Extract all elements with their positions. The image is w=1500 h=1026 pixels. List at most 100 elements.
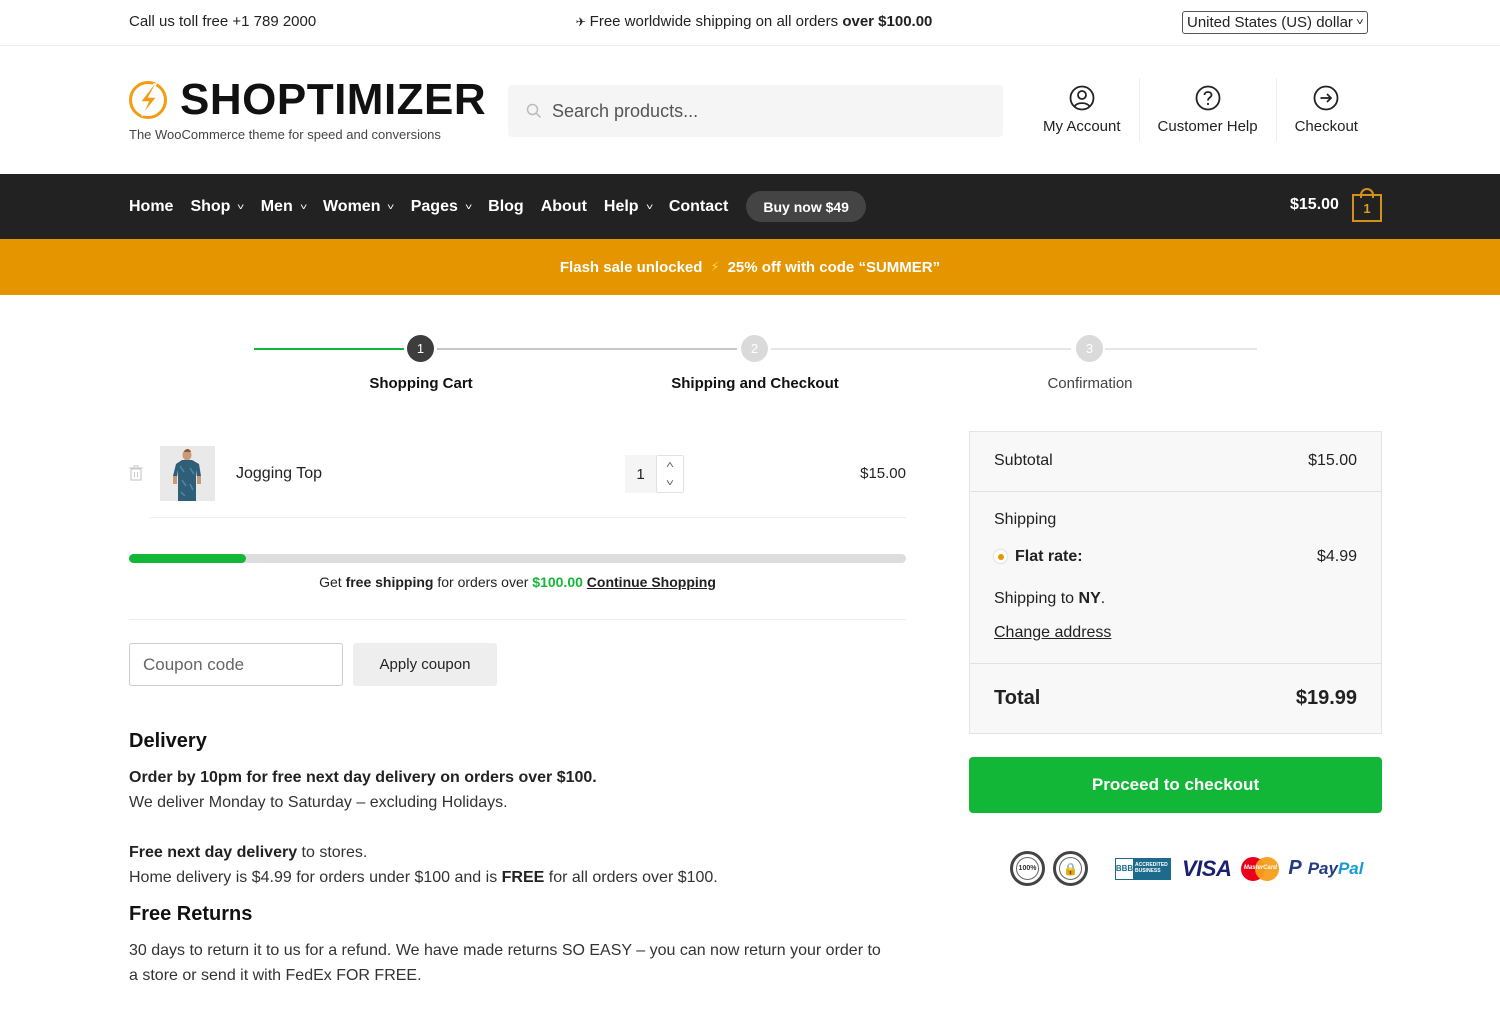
free-shipping-progress: Get free shipping for orders over $100.0… bbox=[129, 554, 906, 590]
search-icon bbox=[526, 103, 542, 119]
checkout-link[interactable]: Checkout bbox=[1275, 78, 1376, 142]
nav-item-label: Contact bbox=[668, 197, 729, 215]
nav-item-men[interactable]: Men ˅ bbox=[261, 198, 308, 216]
step-line-complete bbox=[254, 348, 404, 350]
subtotal-value: $15.00 bbox=[1308, 452, 1357, 469]
radio-selected[interactable] bbox=[994, 550, 1007, 564]
msg-threshold: $100.00 bbox=[532, 574, 583, 590]
user-circle-icon bbox=[1069, 85, 1095, 111]
msg-for-orders: for orders over bbox=[433, 574, 533, 590]
quantity-arrows: ˄ ˅ bbox=[656, 455, 684, 493]
quantity-input[interactable]: 1 bbox=[625, 455, 656, 493]
item-price: $15.00 bbox=[860, 465, 906, 482]
shipping-promo-text: Free worldwide shipping on all orders bbox=[589, 13, 843, 30]
total-row: Total $19.99 bbox=[994, 687, 1357, 710]
bbb-logo: BBB bbox=[1116, 858, 1133, 879]
chevron-down-icon[interactable]: ˅ bbox=[666, 478, 674, 489]
change-address-link[interactable]: Change address bbox=[994, 624, 1111, 642]
coupon-code-input[interactable] bbox=[129, 643, 343, 686]
top-bar: Call us toll free +1 789 2000 ✈ Free worl… bbox=[0, 0, 1500, 46]
paypal-text-1: Pay bbox=[1307, 858, 1338, 878]
lock-icon: 🔒 bbox=[1063, 861, 1078, 876]
chevron-up-icon[interactable]: ˄ bbox=[666, 460, 674, 471]
continue-shopping-link[interactable]: Continue Shopping bbox=[587, 574, 716, 590]
apply-coupon-button[interactable]: Apply coupon bbox=[353, 643, 497, 686]
nav-item-contact[interactable]: Contact bbox=[669, 198, 729, 216]
currency-select[interactable]: United States (US) dollar ˅ bbox=[1182, 11, 1368, 34]
step-2-label[interactable]: Shipping and Checkout bbox=[671, 375, 839, 392]
step-3-label: Confirmation bbox=[1047, 375, 1133, 392]
divider bbox=[970, 663, 1381, 664]
delivery-text-2: Free next day delivery to stores. Home d… bbox=[129, 840, 889, 890]
logo-text: SHOPTIMIZER bbox=[180, 75, 487, 124]
main-nav: Home Shop ˅ Men ˅ Women ˅ Pages ˅ Blog About Help ˅ C… bbox=[0, 174, 1500, 239]
shipping-heading-row: Shipping bbox=[994, 511, 1357, 529]
tagline: The WooCommerce theme for speed and conv… bbox=[129, 127, 441, 142]
nav-item-blog[interactable]: Blog bbox=[488, 198, 524, 216]
delivery-line-4b: for all orders over $100. bbox=[544, 869, 718, 886]
secure-ordering-badge: 🔒 bbox=[1053, 851, 1088, 886]
flat-rate-value: $4.99 bbox=[1316, 548, 1357, 565]
paypal-icon: P bbox=[1288, 857, 1302, 879]
chevron-down-icon: ˅ bbox=[1356, 17, 1364, 28]
chevron-down-icon: ˅ bbox=[464, 201, 473, 212]
buy-now-button[interactable]: Buy now $49 bbox=[746, 191, 866, 222]
quantity-stepper: 1 ˄ ˅ bbox=[625, 455, 684, 493]
returns-text: 30 days to return it to us for a refund.… bbox=[129, 942, 881, 984]
question-circle-icon bbox=[1195, 85, 1220, 111]
step-1-label: Shopping Cart bbox=[369, 375, 473, 392]
delivery-line-3-bold: Free next day delivery bbox=[129, 844, 298, 861]
flash-text-left: Flash sale unlocked bbox=[559, 258, 703, 276]
nav-item-help[interactable]: Help ˅ bbox=[603, 197, 653, 216]
logo[interactable]: SHOPTIMIZER bbox=[128, 75, 487, 124]
delivery-line-4a: Home delivery is $4.99 for orders under … bbox=[129, 869, 502, 886]
chevron-down-icon: ˅ bbox=[645, 201, 653, 212]
chevron-down-icon: ˅ bbox=[237, 201, 245, 212]
chevron-down-icon: ˅ bbox=[299, 201, 308, 212]
coupon-form: Apply coupon bbox=[129, 643, 497, 686]
paypal-logo: P Pay Pal bbox=[1288, 857, 1363, 880]
my-account-label: My Account bbox=[1043, 118, 1121, 135]
subtotal-row: Subtotal $15.00 bbox=[994, 452, 1357, 470]
step-line bbox=[1105, 348, 1257, 350]
trash-icon[interactable] bbox=[129, 465, 143, 481]
nav-item-pages[interactable]: Pages ˅ bbox=[411, 198, 473, 216]
shopping-bag-icon: 1 bbox=[1351, 188, 1382, 222]
trust-badges: 100% 🔒 BBB ACCREDITED BUSINESS VISA Mast… bbox=[1010, 850, 1363, 887]
proceed-to-checkout-button[interactable]: Proceed to checkout bbox=[969, 757, 1382, 813]
checkout-label: Checkout bbox=[1294, 118, 1358, 135]
step-1-marker: 1 bbox=[407, 335, 434, 362]
nav-item-label: Help bbox=[603, 197, 639, 215]
arrow-right-circle-icon bbox=[1313, 85, 1339, 111]
cart-item-row: Jogging Top 1 ˄ ˅ $15.00 bbox=[129, 432, 906, 518]
progress-fill bbox=[129, 554, 246, 563]
flat-rate-label: Flat rate: bbox=[1015, 548, 1083, 565]
satisfaction-guaranteed-badge: 100% bbox=[1010, 851, 1045, 886]
nav-item-shop[interactable]: Shop ˅ bbox=[190, 198, 245, 216]
site-header: SHOPTIMIZER The WooCommerce theme for sp… bbox=[0, 46, 1500, 174]
delivery-text: Order by 10pm for free next day delivery… bbox=[129, 765, 889, 815]
progress-track bbox=[129, 554, 906, 563]
step-3-marker: 3 bbox=[1076, 335, 1103, 362]
product-name-link[interactable]: Jogging Top bbox=[236, 465, 322, 483]
flat-rate-option[interactable]: Flat rate: bbox=[994, 548, 1083, 566]
cart-total: $15.00 bbox=[1290, 196, 1339, 213]
product-thumbnail[interactable] bbox=[160, 446, 215, 501]
delivery-line-3: to stores. bbox=[297, 844, 368, 861]
nav-item-label: Women bbox=[322, 197, 381, 215]
delivery-info: Delivery Order by 10pm for free next day… bbox=[129, 730, 889, 988]
returns-heading: Free Returns bbox=[129, 903, 253, 925]
nav-item-women[interactable]: Women ˅ bbox=[322, 197, 395, 216]
search-input[interactable] bbox=[552, 100, 972, 122]
mastercard-logo: MasterCard bbox=[1241, 856, 1280, 881]
my-account-link[interactable]: My Account bbox=[1025, 78, 1139, 142]
period: . bbox=[1100, 590, 1106, 607]
step-2-marker: 2 bbox=[741, 335, 768, 362]
nav-item-about[interactable]: About bbox=[541, 198, 587, 216]
flash-text-right: 25% off with code “SUMMER” bbox=[727, 258, 941, 276]
nav-item-label: About bbox=[540, 197, 587, 215]
nav-item-label: Blog bbox=[488, 197, 524, 215]
header-cart[interactable]: $15.00 1 bbox=[1290, 188, 1382, 222]
nav-item-home[interactable]: Home bbox=[129, 198, 173, 216]
customer-help-link[interactable]: Customer Help bbox=[1138, 78, 1276, 142]
